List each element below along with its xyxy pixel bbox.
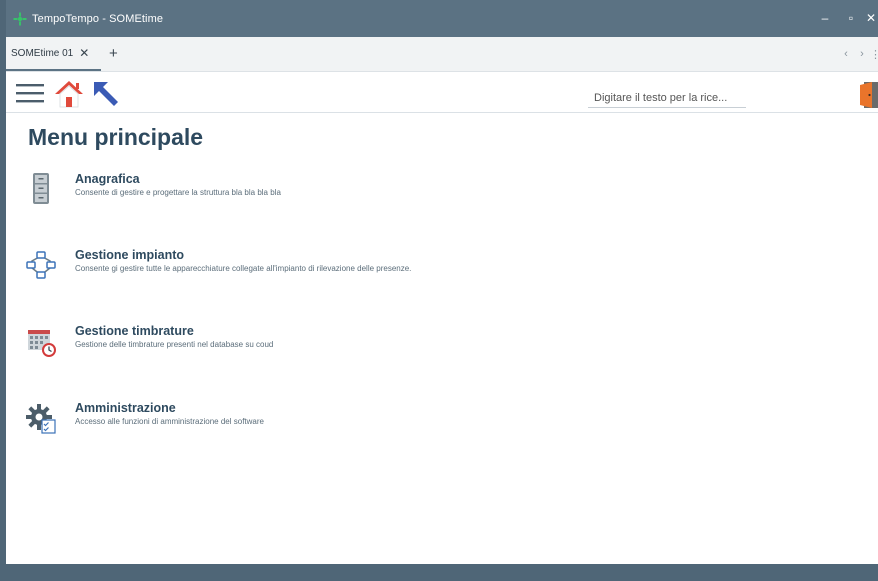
add-tab-button[interactable]: + [109,37,118,71]
minimize-button[interactable]: – [812,0,838,37]
tab-sometime-01[interactable]: SOMEtime 01 ✕ [6,37,101,71]
tab-navigation: ‹ › ⋮ [838,37,878,71]
window-titlebar[interactable]: TempoTempo - SOMEtime – ▫ ✕ [6,0,878,37]
home-icon[interactable] [54,79,84,109]
app-logo-icon [13,12,27,25]
back-arrow-icon[interactable] [92,80,120,108]
toolbar [6,72,878,113]
network-nodes-icon [26,251,56,279]
menu-item-amministrazione[interactable]: Amministrazione Accesso alle funzioni di… [24,401,624,441]
menu-item-label: Anagrafica [75,172,140,186]
calendar-clock-icon [28,330,56,357]
status-footer-bar [6,564,878,581]
menu-item-label: Gestione timbrature [75,324,194,338]
tab-close-button[interactable]: ✕ [79,46,89,60]
menu-item-anagrafica[interactable]: Anagrafica Consente di gestire e progett… [24,172,624,212]
menu-item-gestione-impianto[interactable]: Gestione impianto Consente gi gestire tu… [24,248,624,288]
close-window-button[interactable]: ✕ [864,0,878,37]
menu-item-description: Gestione delle timbrature presenti nel d… [75,340,274,349]
maximize-button[interactable]: ▫ [838,0,864,37]
window-controls: – ▫ ✕ [812,0,878,37]
menu-item-description: Consente gi gestire tutte le apparecchia… [75,264,412,273]
menu-item-description: Accesso alle funzioni di amministrazione… [75,417,264,426]
gear-checklist-icon [26,404,56,434]
hamburger-menu-icon[interactable] [16,82,44,104]
menu-item-label: Gestione impianto [75,248,185,262]
tab-prev-button[interactable]: ‹ [838,48,854,60]
menu-item-description: Consente di gestire e progettare la stru… [75,188,281,197]
menu-item-label: Amministrazione [75,401,176,415]
tab-label: SOMEtime 01 [11,47,74,59]
tab-more-button[interactable]: ⋮ [870,48,878,61]
filing-cabinet-icon [33,173,49,204]
exit-door-icon[interactable] [860,82,878,108]
window-title: TempoTempo - SOMEtime [32,12,164,25]
search-input[interactable] [588,88,746,108]
tab-bar: SOMEtime 01 ✕ + ‹ › ⋮ [6,37,878,72]
page-title: Menu principale [28,124,204,150]
menu-item-gestione-timbrature[interactable]: Gestione timbrature Gestione delle timbr… [24,324,624,364]
tab-next-button[interactable]: › [854,48,870,60]
